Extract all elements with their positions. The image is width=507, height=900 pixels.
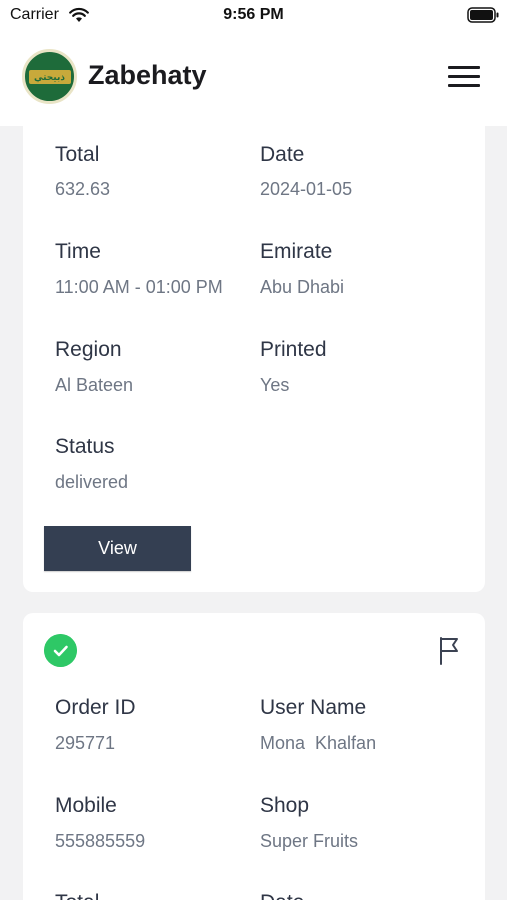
field-value-region: Al Bateen (55, 375, 134, 395)
field-label-order-id: Order ID (55, 696, 136, 719)
field-label-total: Total (55, 143, 100, 166)
field-value-time: 11:00 AM - 01:00 PM (55, 277, 223, 297)
brand-title: Zabehaty (88, 60, 207, 90)
field-label-date: Date (260, 891, 304, 900)
check-circle-icon (44, 634, 77, 667)
field-value-shop: Super Fruits (260, 831, 359, 851)
field-value-printed: Yes (260, 375, 290, 395)
logo-text: ذبيحتي (28, 69, 71, 84)
field-value-emirate: Abu Dhabi (260, 277, 345, 297)
app-header: ذبيحتي Zabehaty (0, 32, 507, 126)
brand-logo: ذبيحتي (22, 49, 77, 104)
field-label-shop: Shop (260, 794, 310, 817)
order-card: Total 632.63 Date 2024-01-05 Time 11:00 … (23, 126, 485, 592)
field-value-date: 2024-01-05 (260, 179, 353, 199)
field-label-printed: Printed (260, 338, 327, 361)
field-value-order-id: 295771 (55, 733, 116, 753)
field-label-mobile: Mobile (55, 794, 117, 817)
field-label-user-name: User Name (260, 696, 367, 719)
menu-line (448, 66, 480, 69)
field-label-status: Status (55, 435, 115, 458)
field-label-time: Time (55, 240, 101, 263)
field-label-total: Total (55, 891, 99, 900)
field-label-region: Region (55, 338, 122, 361)
view-button[interactable]: View (44, 526, 191, 571)
field-value-status: delivered (55, 472, 129, 492)
field-label-date: Date (260, 143, 305, 166)
orders-list[interactable]: Total 632.63 Date 2024-01-05 Time 11:00 … (0, 126, 507, 900)
clock-time: 9:56 PM (223, 6, 284, 23)
order-card: Order ID 295771 User Name Mona Khalfan M… (23, 613, 485, 900)
flag-icon[interactable] (437, 636, 461, 666)
menu-line (448, 75, 480, 78)
battery-icon (467, 7, 499, 23)
field-label-emirate: Emirate (260, 240, 333, 263)
menu-line (448, 84, 480, 87)
field-value-user-name: Mona Khalfan (260, 733, 377, 753)
field-value-total: 632.63 (55, 179, 111, 199)
status-bar: Carrier 9:56 PM (0, 0, 507, 32)
menu-icon[interactable] (444, 62, 484, 92)
field-value-mobile: 555885559 (55, 831, 146, 851)
